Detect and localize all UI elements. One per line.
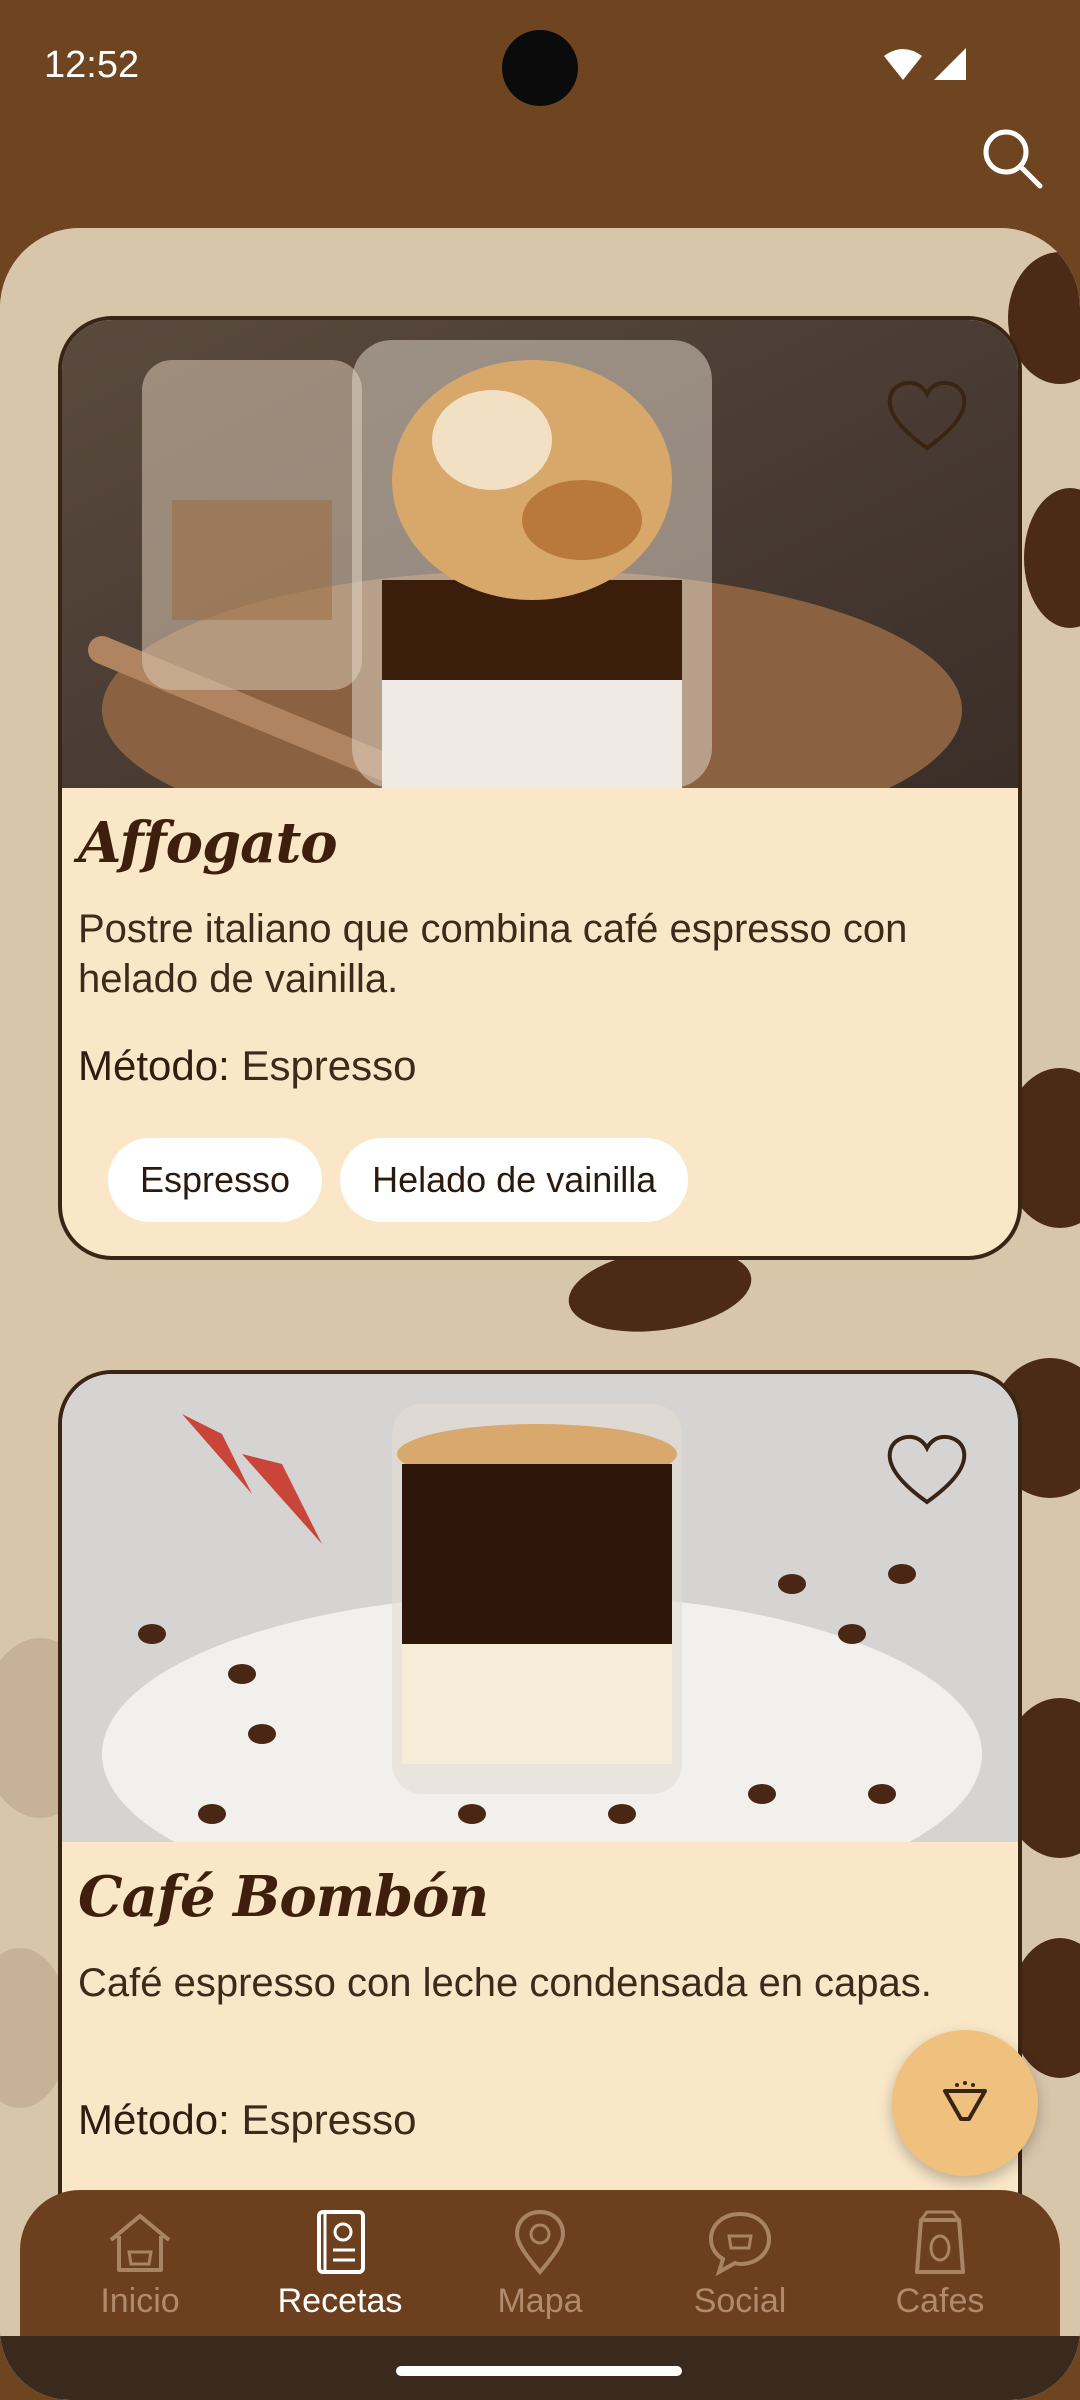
phone-screen: 12:52 Affogato Postre italiano que combi… (0, 0, 1080, 2400)
ingredient-chip[interactable]: Espresso (108, 1138, 323, 1222)
nav-item-social[interactable]: Social (645, 2208, 835, 2350)
coffee-filter-fab[interactable] (892, 2030, 1038, 2176)
method-label: Método: (78, 2096, 230, 2143)
camera-cutout (502, 30, 578, 106)
bottom-navigation: Inicio Recetas Mapa Social Cafes (20, 2190, 1060, 2350)
recipe-description: Postre italiano que combina café espress… (78, 907, 908, 1001)
home-gesture-handle[interactable] (396, 2366, 682, 2376)
cafe-bombon-photo (62, 1374, 1018, 1842)
search-icon (983, 129, 1043, 189)
nav-item-cafes[interactable]: Cafes (845, 2208, 1035, 2350)
recipe-description: Café espresso con leche condensada en ca… (78, 1961, 932, 2005)
wifi-icon (884, 49, 922, 80)
coffee-filter-icon (943, 2081, 987, 2121)
favorite-heart-icon[interactable] (886, 380, 968, 452)
recipe-method: Método: Espresso (78, 1042, 417, 1090)
nav-label: Mapa (497, 2282, 583, 2320)
favorite-heart-icon[interactable] (886, 1434, 968, 1506)
recipe-title: Affogato (78, 810, 338, 876)
nav-label: Cafes (895, 2282, 985, 2320)
method-value: Espresso (241, 2096, 417, 2143)
recipe-book-icon (317, 2210, 365, 2274)
house-icon (109, 2214, 171, 2272)
nav-label: Inicio (100, 2282, 180, 2320)
affogato-photo (62, 320, 1018, 788)
ingredient-chips: Espresso Helado de vainilla (108, 1138, 689, 1222)
nav-label: Recetas (277, 2282, 403, 2320)
recipe-title: Café Bombón (78, 1864, 489, 1930)
gesture-bar (0, 2336, 1080, 2400)
chat-bubble-icon (708, 2211, 772, 2277)
recipe-card[interactable]: Affogato Postre italiano que combina caf… (58, 316, 1022, 1260)
search-button[interactable] (972, 118, 1052, 198)
nav-item-inicio[interactable]: Inicio (45, 2208, 235, 2350)
ingredient-chip[interactable]: Helado de vainilla (340, 1138, 689, 1222)
map-pin-icon (514, 2209, 566, 2276)
status-time: 12:52 (44, 44, 140, 86)
status-bar: 12:52 (0, 0, 1080, 130)
method-label: Método: (78, 1042, 230, 1089)
method-value: Espresso (241, 1042, 417, 1089)
nav-item-mapa[interactable]: Mapa (445, 2208, 635, 2350)
coffee-bag-icon (915, 2210, 965, 2274)
recipe-method: Método: Espresso (78, 2096, 417, 2144)
nav-item-recetas[interactable]: Recetas (245, 2208, 435, 2350)
status-icons (882, 46, 968, 82)
signal-icon (934, 48, 966, 80)
nav-label: Social (693, 2282, 787, 2320)
